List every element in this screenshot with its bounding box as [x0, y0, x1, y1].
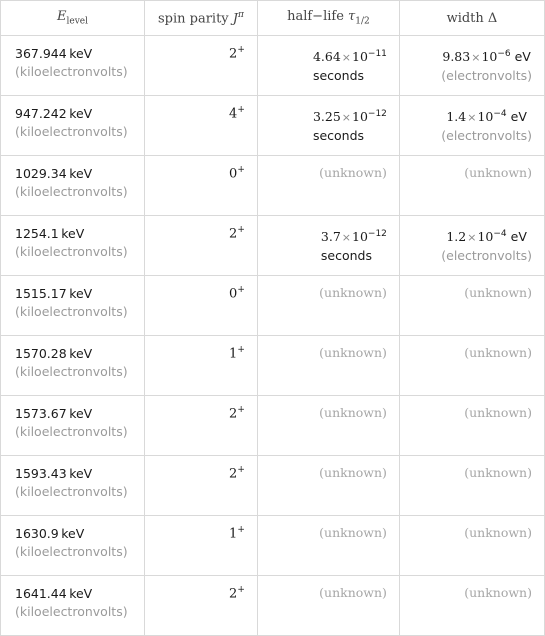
spin-parity-cell: 0+ [144, 275, 258, 336]
energy-value: 1515.17 keV [15, 286, 93, 301]
table-row: 1593.43 keV (kiloelectronvolts) 2+ (unknown… [0, 455, 545, 516]
energy-value: 1029.34 keV [15, 166, 93, 181]
table-row: 1029.34 keV (kiloelectronvolts) 0+ (unknown… [0, 155, 545, 216]
half-life-cell: 4.64×10−11 seconds [256, 35, 400, 96]
width-value: 1.2×10−4 eV [446, 229, 527, 245]
table-body: 367.944 keV (kiloelectronvolts) 2+ 4.64×10−… [0, 35, 545, 636]
spin-parity-cell: 2+ [144, 395, 258, 456]
half-life-value: 4.64×10−11 [312, 49, 387, 65]
width-unknown: (unknown) [398, 275, 545, 336]
table-row: 1641.44 keV (kiloelectronvolts) 2+ (unknown… [0, 575, 545, 636]
energy-value: 1593.43 keV [15, 466, 93, 481]
spin-parity-cell: 1+ [144, 515, 258, 576]
energy-value: 1573.67 keV [15, 406, 93, 421]
header-width: width Δ [398, 0, 545, 36]
energy-value: 1254.1 keV [15, 226, 85, 241]
energy-cell: 1029.34 keV (kiloelectronvolts) [0, 155, 146, 216]
width-value: 1.4×10−4 eV [446, 109, 527, 125]
nuclear-levels-table: Elevel spin parity Jπ half−life τ1/2 wid… [0, 0, 545, 636]
half-life-unknown: (unknown) [256, 335, 400, 396]
half-life-cell: 3.25×10−12 seconds [256, 95, 400, 156]
half-life-unknown: (unknown) [256, 395, 400, 456]
width-unknown: (unknown) [398, 395, 545, 456]
half-life-unknown: (unknown) [256, 155, 400, 216]
half-life-value: 3.7×10−12 [320, 229, 387, 245]
energy-unit-long: (kiloelectronvolts) [15, 244, 128, 259]
width-unknown: (unknown) [398, 515, 545, 576]
width-unit-long: (electronvolts) [441, 68, 532, 84]
energy-unit-long: (kiloelectronvolts) [15, 124, 128, 139]
half-life-cell: 3.7×10−12 seconds [256, 215, 400, 276]
energy-cell: 367.944 keV (kiloelectronvolts) [0, 35, 146, 96]
width-unknown: (unknown) [398, 335, 545, 396]
energy-value: 1630.9 keV [15, 526, 85, 541]
header-spin-parity: spin parity Jπ [144, 0, 258, 36]
energy-cell: 1593.43 keV (kiloelectronvolts) [0, 455, 146, 516]
spin-parity-cell: 0+ [144, 155, 258, 216]
table-row: 1573.67 keV (kiloelectronvolts) 2+ (unknown… [0, 395, 545, 456]
spin-parity-cell: 2+ [144, 575, 258, 636]
table-row: 1515.17 keV (kiloelectronvolts) 0+ (unknown… [0, 275, 545, 336]
table-row: 1254.1 keV (kiloelectronvolts) 2+ 3.7×10−12… [0, 215, 545, 276]
width-unknown: (unknown) [398, 155, 545, 216]
energy-unit-long: (kiloelectronvolts) [15, 604, 128, 619]
energy-unit-long: (kiloelectronvolts) [15, 424, 128, 439]
energy-unit-long: (kiloelectronvolts) [15, 484, 128, 499]
header-row: Elevel spin parity Jπ half−life τ1/2 wid… [0, 0, 545, 36]
energy-value: 367.944 keV [15, 46, 93, 61]
half-life-unknown: (unknown) [256, 275, 400, 336]
header-energy-level: Elevel [0, 0, 146, 36]
width-cell: 1.2×10−4 eV (electronvolts) [398, 215, 545, 276]
half-life-unknown: (unknown) [256, 575, 400, 636]
width-unknown: (unknown) [398, 455, 545, 516]
table-row: 367.944 keV (kiloelectronvolts) 2+ 4.64×10−… [0, 35, 545, 96]
energy-cell: 1515.17 keV (kiloelectronvolts) [0, 275, 146, 336]
spin-parity-cell: 2+ [144, 455, 258, 516]
half-life-unknown: (unknown) [256, 515, 400, 576]
energy-cell: 1641.44 keV (kiloelectronvolts) [0, 575, 146, 636]
width-unit-long: (electronvolts) [441, 248, 532, 264]
table-row: 1630.9 keV (kiloelectronvolts) 1+ (unknown)… [0, 515, 545, 576]
width-unit-long: (electronvolts) [441, 128, 532, 144]
energy-value: 1641.44 keV [15, 586, 93, 601]
energy-cell: 1570.28 keV (kiloelectronvolts) [0, 335, 146, 396]
energy-unit-long: (kiloelectronvolts) [15, 304, 128, 319]
half-life-unit: seconds [312, 68, 365, 84]
half-life-unit: seconds [320, 248, 372, 264]
spin-parity-cell: 4+ [144, 95, 258, 156]
energy-unit-long: (kiloelectronvolts) [15, 544, 128, 559]
table-row: 947.242 keV (kiloelectronvolts) 4+ 3.25×10−… [0, 95, 545, 156]
energy-unit-long: (kiloelectronvolts) [15, 184, 128, 199]
half-life-value: 3.25×10−12 [312, 109, 387, 125]
table-row: 1570.28 keV (kiloelectronvolts) 1+ (unknown… [0, 335, 545, 396]
width-value: 9.83×10−6 eV [442, 49, 531, 65]
energy-value: 947.242 keV [15, 106, 93, 121]
energy-unit-long: (kiloelectronvolts) [15, 64, 128, 79]
energy-cell: 1254.1 keV (kiloelectronvolts) [0, 215, 146, 276]
energy-unit-long: (kiloelectronvolts) [15, 364, 128, 379]
energy-value: 1570.28 keV [15, 346, 93, 361]
spin-parity-cell: 2+ [144, 35, 258, 96]
header-half-life: half−life τ1/2 [256, 0, 400, 36]
half-life-unknown: (unknown) [256, 455, 400, 516]
width-cell: 9.83×10−6 eV (electronvolts) [398, 35, 545, 96]
energy-cell: 1630.9 keV (kiloelectronvolts) [0, 515, 146, 576]
spin-parity-cell: 1+ [144, 335, 258, 396]
half-life-unit: seconds [312, 128, 365, 144]
width-cell: 1.4×10−4 eV (electronvolts) [398, 95, 545, 156]
width-unknown: (unknown) [398, 575, 545, 636]
energy-cell: 1573.67 keV (kiloelectronvolts) [0, 395, 146, 456]
spin-parity-cell: 2+ [144, 215, 258, 276]
energy-cell: 947.242 keV (kiloelectronvolts) [0, 95, 146, 156]
